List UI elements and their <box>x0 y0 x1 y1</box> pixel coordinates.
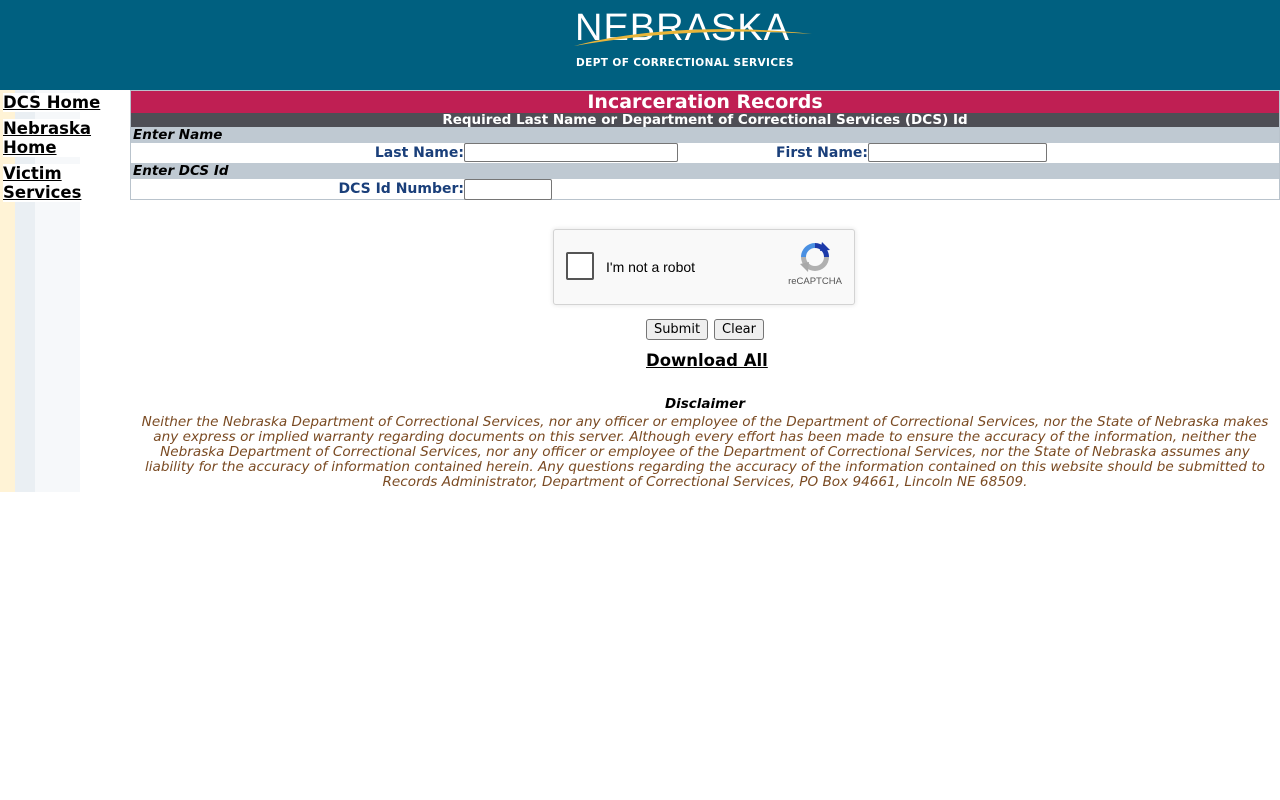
recaptcha-logo-icon <box>800 242 830 272</box>
recaptcha-brand: reCAPTCHA <box>788 276 842 287</box>
clear-button[interactable]: Clear <box>714 319 764 340</box>
recaptcha-widget: I'm not a robot reCAPTCHA <box>553 229 855 305</box>
logo-swoosh-icon <box>574 29 812 46</box>
panel-subtitle: Required Last Name or Department of Corr… <box>131 113 1279 127</box>
first-name-input[interactable] <box>868 143 1047 162</box>
download-all-link[interactable]: Download All <box>646 351 768 371</box>
recaptcha-checkbox[interactable] <box>566 252 594 280</box>
logo-subtitle: DEPT OF CORRECTIONAL SERVICES <box>576 57 794 69</box>
sidebar-link-dcs-home[interactable]: DCS Home <box>3 93 127 112</box>
first-name-label: First Name: <box>775 145 868 161</box>
search-panel: Incarceration Records Required Last Name… <box>130 90 1280 200</box>
site-header: NEBRASKA DEPT OF CORRECTIONAL SERVICES <box>0 0 1280 90</box>
name-section-heading: Enter Name <box>131 127 1279 143</box>
last-name-input[interactable] <box>464 143 678 162</box>
recaptcha-label: I'm not a robot <box>606 259 696 275</box>
disclaimer-text: Neither the Nebraska Department of Corre… <box>141 414 1269 490</box>
sidebar: DCS Home Nebraska Home Victim Services <box>0 90 130 492</box>
panel-title: Incarceration Records <box>131 91 1279 113</box>
sidebar-link-victim-services[interactable]: Victim Services <box>3 164 127 202</box>
sidebar-nav: DCS Home Nebraska Home Victim Services <box>3 93 127 209</box>
submit-button[interactable]: Submit <box>646 319 708 340</box>
dcs-id-label: DCS Id Number: <box>338 181 464 197</box>
id-section-heading: Enter DCS Id <box>131 163 1279 179</box>
disclaimer-title: Disclaimer <box>664 396 746 412</box>
dcs-id-input[interactable] <box>464 179 552 200</box>
last-name-label: Last Name: <box>374 145 464 161</box>
sidebar-link-nebraska-home[interactable]: Nebraska Home <box>3 119 127 157</box>
